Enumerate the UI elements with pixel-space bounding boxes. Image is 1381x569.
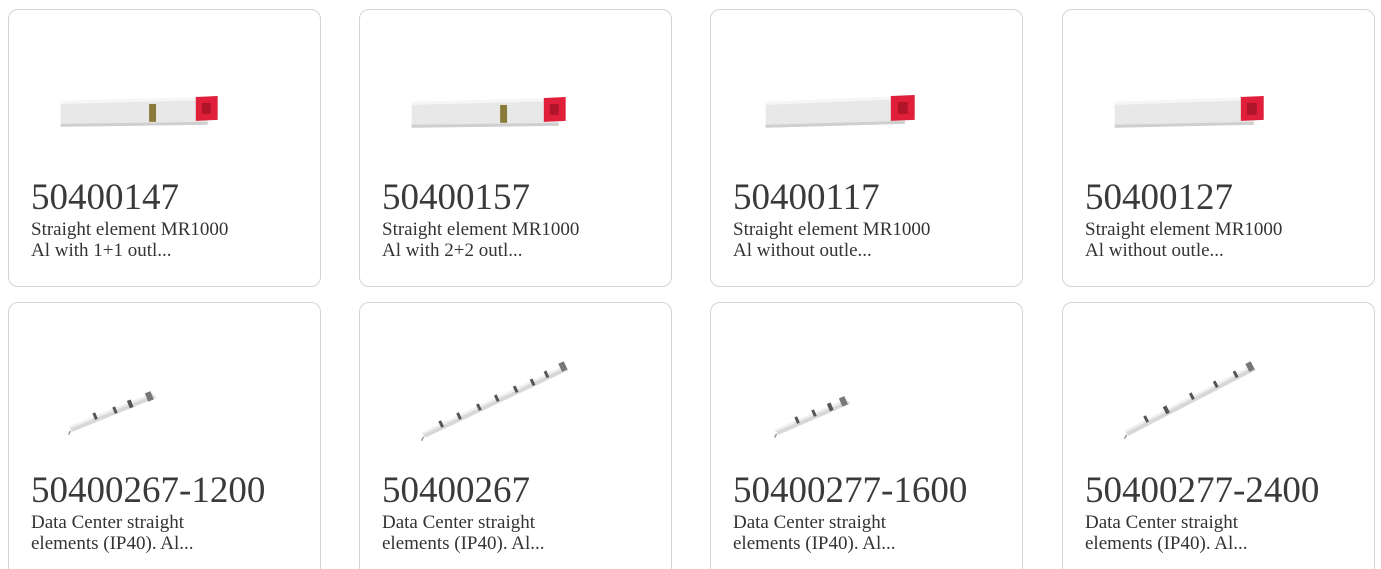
product-grid: 50400147 Straight element MR1000 Al with… — [0, 0, 1381, 569]
product-card[interactable]: 50400267 Data Center straight elements (… — [359, 302, 672, 569]
description-line: Straight element MR1000 — [733, 219, 931, 240]
description-line: Data Center straight — [1085, 512, 1239, 533]
product-image — [711, 303, 1022, 473]
description-line: Al without outle... — [1085, 240, 1224, 261]
product-code: 50400127 — [1085, 177, 1233, 218]
product-code: 50400277-2400 — [1085, 470, 1320, 511]
product-image — [360, 303, 671, 473]
product-code: 50400267 — [382, 470, 530, 511]
product-description: Straight element MR1000 Al with 1+1 outl… — [31, 219, 301, 261]
product-description: Straight element MR1000 Al without outle… — [1085, 219, 1355, 261]
product-card[interactable]: 50400127 Straight element MR1000 Al with… — [1062, 9, 1375, 287]
product-image — [9, 10, 320, 180]
description-line: Al with 2+2 outl... — [382, 240, 523, 261]
product-image — [360, 10, 671, 180]
description-line: Straight element MR1000 — [31, 219, 229, 240]
product-card[interactable]: 50400267-1200 Data Center straight eleme… — [8, 302, 321, 569]
description-line: elements (IP40). Al... — [1085, 533, 1248, 554]
product-card[interactable]: 50400157 Straight element MR1000 Al with… — [359, 9, 672, 287]
product-code: 50400277-1600 — [733, 470, 968, 511]
description-line: Straight element MR1000 — [382, 219, 580, 240]
product-code: 50400157 — [382, 177, 530, 218]
description-line: Al with 1+1 outl... — [31, 240, 172, 261]
product-code: 50400267-1200 — [31, 470, 266, 511]
product-card[interactable]: 50400277-2400 Data Center straight eleme… — [1062, 302, 1375, 569]
product-image — [1063, 10, 1374, 180]
product-code: 50400117 — [733, 177, 880, 218]
description-line: Data Center straight — [31, 512, 185, 533]
product-code: 50400147 — [31, 177, 179, 218]
product-description: Data Center straight elements (IP40). Al… — [31, 512, 301, 554]
product-description: Data Center straight elements (IP40). Al… — [733, 512, 1003, 554]
description-line: elements (IP40). Al... — [733, 533, 896, 554]
description-line: elements (IP40). Al... — [31, 533, 194, 554]
product-card[interactable]: 50400277-1600 Data Center straight eleme… — [710, 302, 1023, 569]
product-description: Straight element MR1000 Al without outle… — [733, 219, 1003, 261]
product-image — [711, 10, 1022, 180]
description-line: Data Center straight — [382, 512, 536, 533]
product-description: Data Center straight elements (IP40). Al… — [382, 512, 652, 554]
description-line: elements (IP40). Al... — [382, 533, 545, 554]
description-line: Data Center straight — [733, 512, 887, 533]
product-description: Straight element MR1000 Al with 2+2 outl… — [382, 219, 652, 261]
product-image — [9, 303, 320, 473]
description-line: Straight element MR1000 — [1085, 219, 1283, 240]
product-description: Data Center straight elements (IP40). Al… — [1085, 512, 1355, 554]
product-card[interactable]: 50400147 Straight element MR1000 Al with… — [8, 9, 321, 287]
description-line: Al without outle... — [733, 240, 872, 261]
product-image — [1063, 303, 1374, 473]
product-card[interactable]: 50400117 Straight element MR1000 Al with… — [710, 9, 1023, 287]
